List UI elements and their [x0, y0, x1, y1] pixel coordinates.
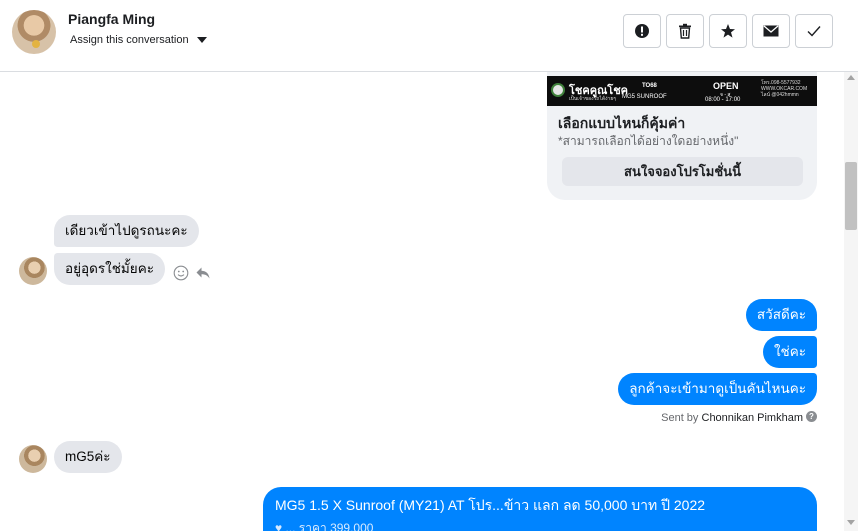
outgoing-message[interactable]: MG5 1.5 X Sunroof (MY21) AT โปร...ข้าว แ…: [263, 487, 817, 531]
mark-spam-button[interactable]: [623, 14, 661, 48]
sent-by-prefix: Sent by: [661, 412, 699, 424]
reply-icon[interactable]: [195, 265, 211, 281]
banner-brand-sub: เป็นเจ้าของรถได้ง่ายๆ: [569, 96, 616, 102]
contact-avatar-small: [19, 445, 47, 473]
star-icon: [721, 24, 735, 38]
assign-label: Assign this conversation: [70, 34, 189, 46]
message-line: ♥ ... ราคา 399,000: [275, 521, 374, 531]
contact-name[interactable]: Piangfa Ming: [68, 11, 155, 27]
promo-subtitle: *สามารถเลือกได้อย่างใดอย่างหนึ่ง": [558, 134, 739, 148]
alert-icon: [635, 24, 649, 38]
scroll-up-arrow-icon[interactable]: [847, 75, 855, 80]
contact-avatar-small: [19, 257, 47, 285]
envelope-icon: [763, 25, 779, 37]
incoming-message[interactable]: เดียวเข้าไปดูรถนะคะ: [54, 215, 199, 247]
promo-reserve-button[interactable]: สนใจจองโปรโมชั่นนี้: [562, 157, 803, 186]
banner-code: TO68: [642, 83, 657, 89]
banner-hours: 08:00 - 17:00: [705, 97, 741, 103]
outgoing-message[interactable]: ลูกค้าจะเข้ามาดูเป็นคันไหนคะ: [618, 373, 817, 405]
star-button[interactable]: [709, 14, 747, 48]
mark-unread-button[interactable]: [752, 14, 790, 48]
conversation-header: Piangfa Ming Assign this conversation: [0, 0, 858, 72]
sent-by-label: Sent by Chonnikan Pimkham: [661, 412, 803, 424]
incoming-message[interactable]: อยู่อุดรใช่มั้ยคะ: [54, 253, 165, 285]
sent-by-name: Chonnikan Pimkham: [701, 412, 804, 424]
check-icon: [807, 26, 821, 37]
delete-button[interactable]: [666, 14, 704, 48]
brand-logo-icon: [551, 83, 565, 97]
promo-card: โชคคูณโชค เป็นเจ้าของรถได้ง่ายๆ TO68 MG5…: [547, 72, 817, 200]
scrollbar-thumb[interactable]: [845, 162, 857, 230]
react-emoji-icon[interactable]: [173, 265, 189, 281]
contact-avatar[interactable]: [12, 10, 56, 54]
banner-open: OPEN: [713, 81, 739, 91]
outgoing-message[interactable]: ใช่คะ: [762, 336, 817, 368]
banner-contact: โทร.098-5577932 WWW.OKCAR.COM ไลน์ @042h…: [761, 80, 808, 98]
message-line: MG5 1.5 X Sunroof (MY21) AT โปร...ข้าว แ…: [275, 497, 706, 513]
promo-banner-image[interactable]: โชคคูณโชค เป็นเจ้าของรถได้ง่ายๆ TO68 MG5…: [547, 76, 817, 106]
header-actions: [623, 14, 833, 48]
trash-icon: [679, 23, 691, 39]
help-icon[interactable]: ?: [806, 411, 817, 422]
scroll-down-arrow-icon[interactable]: [847, 520, 855, 525]
assign-conversation-dropdown[interactable]: Assign this conversation: [70, 34, 207, 46]
incoming-message[interactable]: mG5ค่ะ: [54, 441, 122, 473]
caret-down-icon: [196, 37, 207, 43]
status-badge: [32, 40, 40, 48]
scrollbar[interactable]: [844, 72, 858, 531]
outgoing-message[interactable]: สวัสดีคะ: [745, 299, 817, 331]
mark-done-button[interactable]: [795, 14, 833, 48]
banner-model: MG5 SUNROOF: [622, 94, 667, 100]
